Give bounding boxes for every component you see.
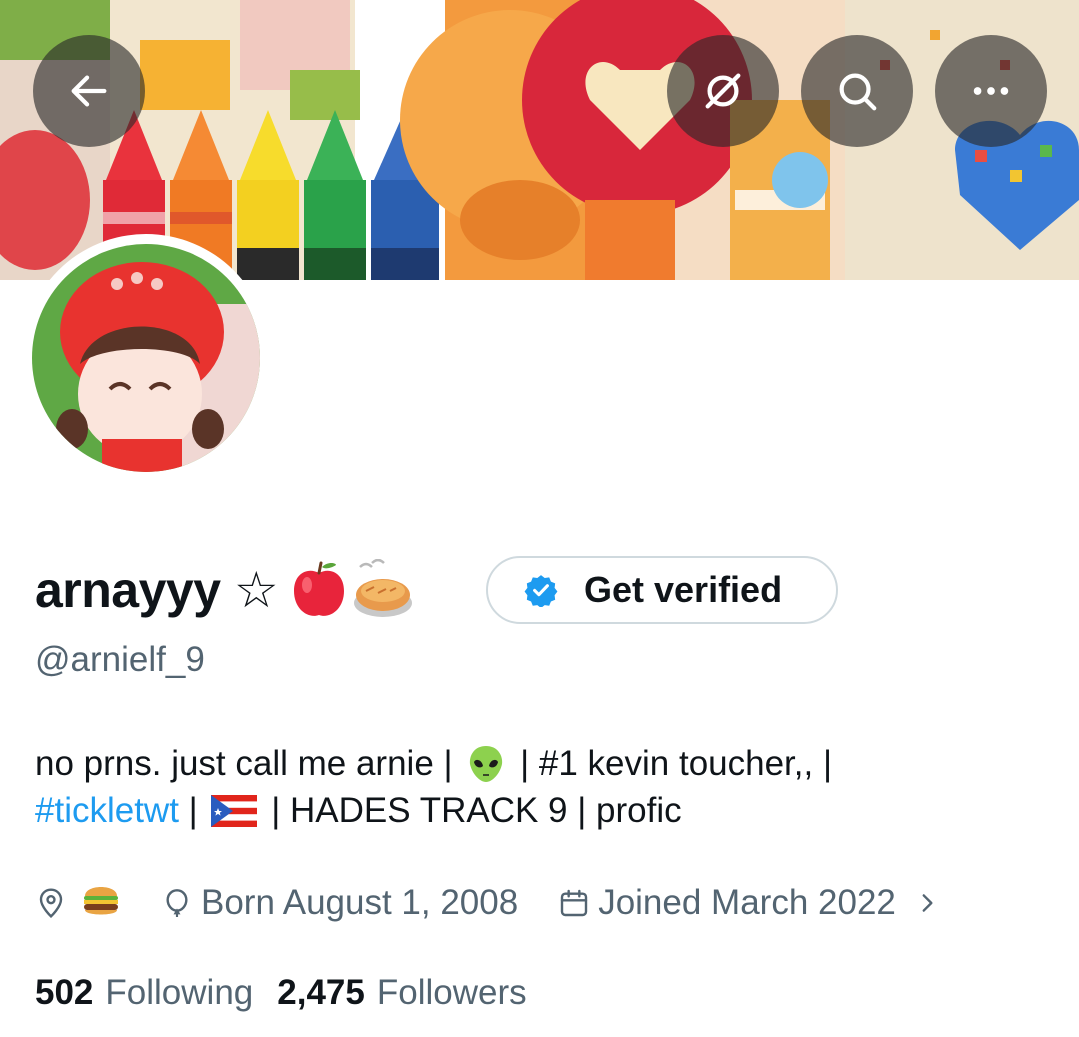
puerto-rico-flag-icon bbox=[211, 794, 258, 827]
birth-date: Born August 1, 2008 bbox=[161, 883, 518, 923]
followers-label: Followers bbox=[376, 973, 527, 1012]
birth-date-text: Born August 1, 2008 bbox=[201, 883, 519, 922]
display-name: arnayyy ☆ bbox=[35, 562, 279, 618]
calendar-icon bbox=[560, 889, 588, 917]
chevron-right-icon[interactable] bbox=[914, 890, 940, 916]
bio-text: | #1 kevin toucher,, | bbox=[510, 744, 833, 783]
joined-date-text: Joined March 2022 bbox=[598, 883, 896, 922]
get-verified-label: Get verified bbox=[584, 569, 783, 610]
following-label: Following bbox=[105, 973, 254, 1012]
user-handle: @arnielf_9 bbox=[35, 640, 205, 679]
bio-line-2: #tickletwt | | HADES TRACK 9 | profic bbox=[35, 787, 1045, 834]
name-row: arnayyy ☆ bbox=[35, 555, 414, 625]
verified-badge-icon bbox=[524, 575, 558, 607]
avatar-image bbox=[32, 244, 260, 472]
following-count: 502 bbox=[35, 973, 94, 1012]
search-icon bbox=[839, 73, 877, 111]
bio-text: | HADES TRACK 9 | profic bbox=[261, 791, 682, 830]
hashtag-link[interactable]: #tickletwt bbox=[35, 787, 179, 834]
name-emojis bbox=[290, 559, 414, 621]
follow-stats: 502 Following 2,475 Followers bbox=[35, 973, 551, 1013]
location-pin-icon bbox=[39, 888, 63, 918]
followers-count: 2,475 bbox=[277, 973, 365, 1012]
balloon-icon bbox=[166, 889, 188, 917]
profile-bio: no prns. just call me arnie | | #1 kevin… bbox=[35, 740, 1045, 834]
get-verified-button[interactable]: Get verified bbox=[486, 556, 838, 624]
joined-date[interactable]: Joined March 2022 bbox=[558, 883, 940, 923]
profile-avatar[interactable] bbox=[22, 234, 270, 482]
more-horizontal-icon bbox=[973, 87, 1009, 95]
red-apple-icon bbox=[294, 561, 345, 616]
search-button[interactable] bbox=[801, 35, 913, 147]
eye-slash-icon bbox=[705, 73, 741, 109]
bio-text: no prns. just call me arnie | bbox=[35, 744, 463, 783]
back-button[interactable] bbox=[33, 35, 145, 147]
followers-link[interactable]: 2,475 Followers bbox=[277, 973, 526, 1013]
pie-icon bbox=[354, 559, 413, 617]
arrow-left-icon bbox=[71, 75, 107, 107]
location bbox=[35, 880, 161, 927]
more-options-button[interactable] bbox=[935, 35, 1047, 147]
bio-line-1: no prns. just call me arnie | | #1 kevin… bbox=[35, 740, 1045, 787]
alien-icon bbox=[466, 744, 506, 784]
hamburger-icon bbox=[81, 880, 121, 927]
following-link[interactable]: 502 Following bbox=[35, 973, 253, 1013]
profile-meta: Born August 1, 2008 Joined March 2022 bbox=[35, 880, 940, 926]
hide-banner-button[interactable] bbox=[667, 35, 779, 147]
bio-text: | bbox=[178, 791, 208, 830]
